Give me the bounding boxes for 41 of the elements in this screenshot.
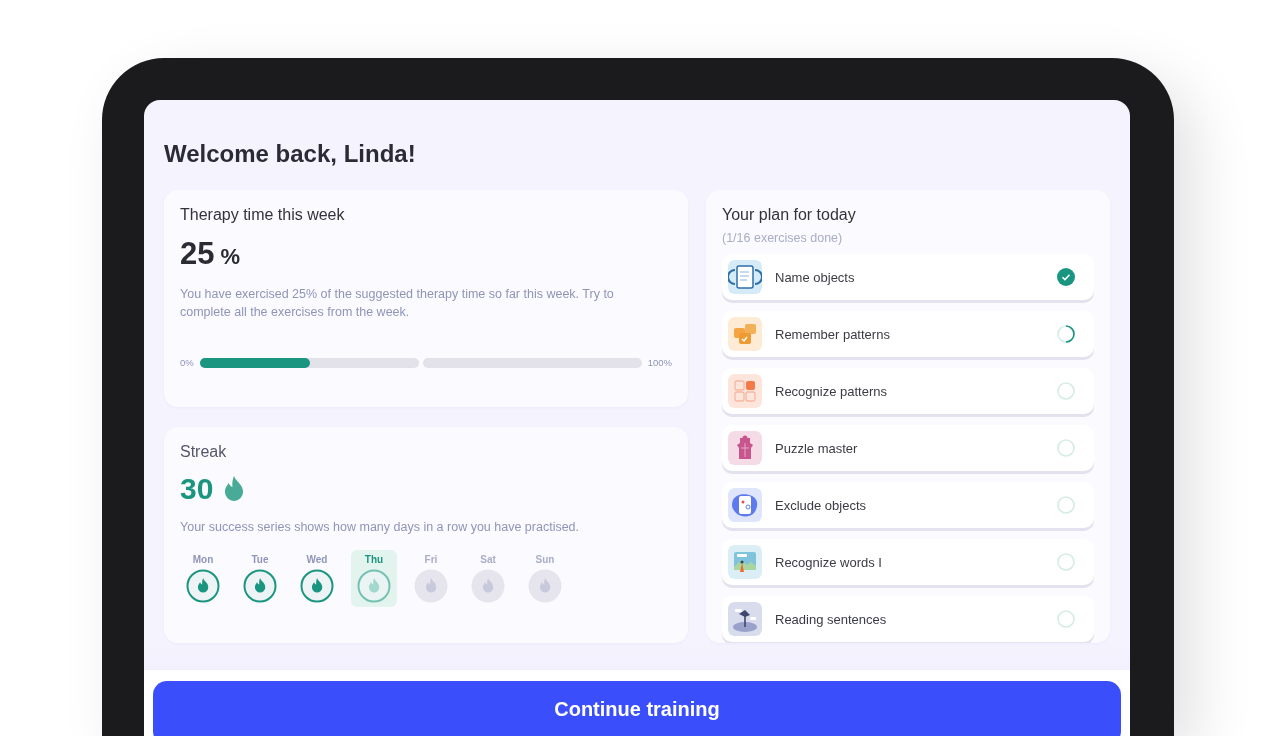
card-title: Therapy time this week: [180, 206, 346, 224]
day-label: Sat: [480, 554, 496, 565]
card-description: Your success series shows how many days in a row you have practised.: [180, 520, 581, 534]
desk-lamp-icon: [728, 602, 762, 636]
welcome-heading: Welcome back, Linda!: [164, 140, 417, 168]
grid-icon: [728, 374, 762, 408]
card-description: You have exercised 25% of the suggested therapy time so far this week. Try to complete all the exercises from the week.: [180, 286, 615, 321]
cards-icon: [728, 317, 762, 351]
exercise-item[interactable]: Remember patterns: [722, 311, 1094, 357]
exercise-name: Puzzle master: [775, 440, 859, 456]
exercise-item[interactable]: Puzzle master: [722, 425, 1094, 471]
exercise-name: Recognize words I: [775, 554, 883, 570]
exercise-name: Recognize patterns: [775, 383, 888, 399]
day-label: Wed: [306, 554, 328, 565]
percent-unit: %: [220, 244, 241, 270]
exercise-name: Remember patterns: [775, 326, 891, 342]
notebook-icon: [728, 260, 762, 294]
card-title: Your plan for today: [722, 206, 857, 224]
streak-count: 30: [180, 472, 214, 506]
max-label: 100%: [647, 357, 672, 368]
day-label: Thu: [364, 554, 384, 565]
card-title: Streak: [180, 443, 228, 461]
day-label: Sun: [535, 554, 555, 565]
exercise-name: Reading sentences: [775, 611, 888, 627]
percent-value: 25: [180, 236, 215, 272]
min-label: 0%: [180, 357, 194, 368]
progress-summary: (1/16 exercises done): [722, 231, 844, 245]
phone-icon: [728, 488, 762, 522]
day-label: Fri: [424, 554, 438, 565]
exercise-name: Exclude objects: [775, 497, 868, 513]
exercise-name: Name objects: [775, 269, 856, 285]
continue-button[interactable]: Continue training: [153, 681, 1121, 736]
day-label: Mon: [192, 554, 214, 565]
landscape-card-icon: [728, 545, 762, 579]
day-label: Tue: [251, 554, 269, 565]
exercise-item[interactable]: Exclude objects: [722, 482, 1094, 528]
exercise-item[interactable]: Recognize patterns: [722, 368, 1094, 414]
puzzle-icon: [728, 431, 762, 465]
exercise-item[interactable]: Recognize words I: [722, 539, 1094, 585]
exercise-item[interactable]: Reading sentences: [722, 596, 1094, 642]
exercise-item[interactable]: Name objects: [722, 254, 1094, 300]
